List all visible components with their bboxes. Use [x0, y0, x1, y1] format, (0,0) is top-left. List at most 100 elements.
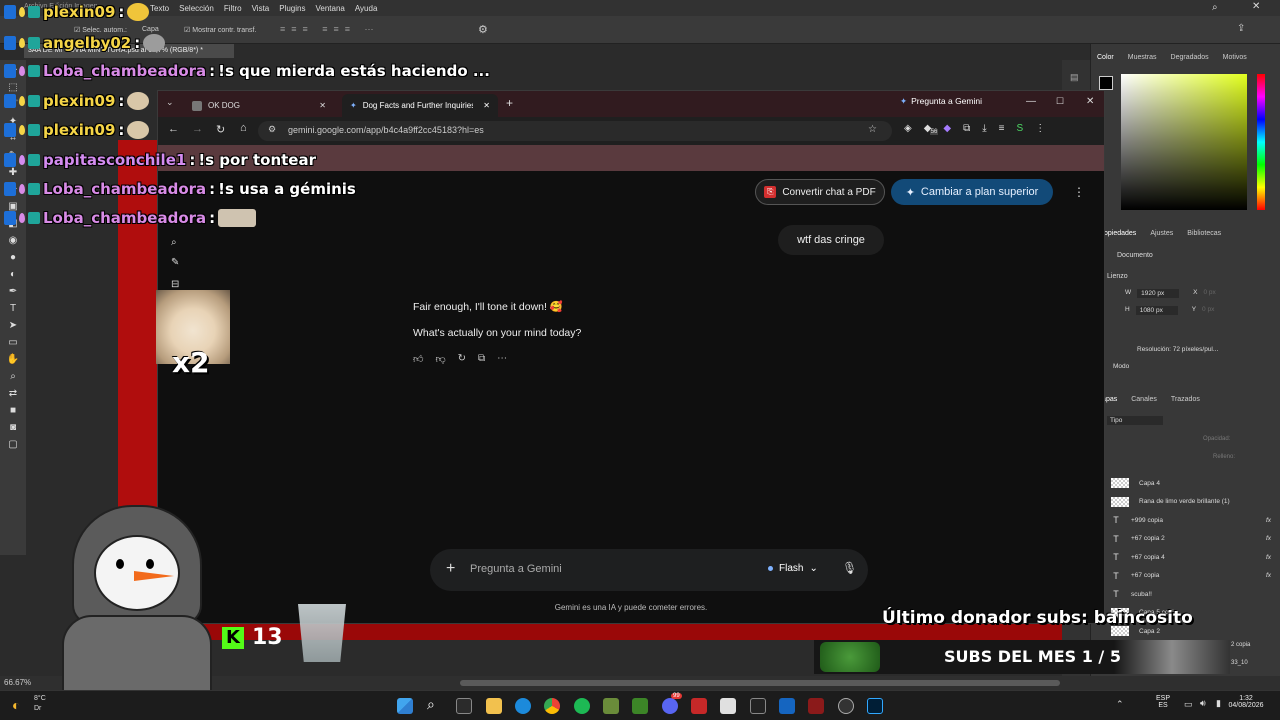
- more-icon[interactable]: ⋯: [497, 353, 507, 365]
- auto-select-checkbox[interactable]: ☑ Selec. autom.:: [74, 26, 127, 34]
- file-explorer-icon[interactable]: [486, 698, 502, 714]
- quick-mask-icon[interactable]: ◙: [6, 420, 20, 434]
- menu-vista[interactable]: Vista: [252, 4, 270, 13]
- gemini-chip[interactable]: ✦ Pregunta a Gemini: [900, 96, 982, 107]
- app-icon[interactable]: [691, 698, 707, 714]
- layer-row[interactable]: Rana de limo verde brillante (1): [1111, 493, 1271, 511]
- fx-icon[interactable]: fx: [1266, 572, 1271, 579]
- volume-icon[interactable]: 🔊︎: [1200, 698, 1206, 709]
- bucket-tool-icon[interactable]: ◉: [6, 233, 20, 247]
- menu-ventana[interactable]: Ventana: [315, 4, 344, 13]
- zoom-level[interactable]: 66.67%: [4, 678, 31, 687]
- copy-icon[interactable]: ⧉: [478, 353, 485, 365]
- photoshop-icon[interactable]: [867, 698, 883, 714]
- clock[interactable]: 1:32 04/08/2026: [1226, 695, 1266, 709]
- search-icon[interactable]: ⌕: [427, 696, 443, 712]
- dodge-tool-icon[interactable]: ◐: [6, 267, 20, 281]
- download-icon[interactable]: ⤓: [982, 123, 986, 134]
- layer-kind-filter[interactable]: Tipo: [1107, 416, 1163, 425]
- tab-paths[interactable]: Trazados: [1171, 396, 1200, 403]
- hue-slider[interactable]: [1257, 74, 1265, 210]
- foreground-color-swatch[interactable]: [1099, 76, 1113, 90]
- fx-icon[interactable]: fx: [1266, 517, 1271, 524]
- media-icon[interactable]: ≡: [999, 123, 1005, 134]
- zoom-tool-icon[interactable]: ⌕: [6, 369, 20, 383]
- close-window-icon[interactable]: ✕: [1086, 96, 1094, 107]
- screen-mode-icon[interactable]: ▢: [6, 437, 20, 451]
- show-transform-checkbox[interactable]: ☑ Mostrar contr. transf.: [184, 26, 256, 34]
- pen-tool-icon[interactable]: ✒: [6, 284, 20, 298]
- home-icon[interactable]: ⌂: [240, 122, 247, 134]
- new-tab-button[interactable]: +: [506, 96, 513, 110]
- close-tab-icon[interactable]: ✕: [319, 101, 326, 110]
- search-icon[interactable]: ⌕: [171, 237, 177, 248]
- creeper-icon[interactable]: [632, 698, 648, 714]
- capcut-icon[interactable]: [750, 698, 766, 714]
- task-view-icon[interactable]: [456, 698, 472, 714]
- puzzle-icon[interactable]: ⧉: [963, 123, 970, 134]
- bg-icon[interactable]: [779, 698, 795, 714]
- extension-badge-icon[interactable]: ◆ 56: [924, 123, 939, 135]
- menu-filtro[interactable]: Filtro: [224, 4, 242, 13]
- profile-icon[interactable]: S: [1017, 123, 1024, 134]
- network-icon[interactable]: ▭: [1184, 699, 1193, 710]
- color-swatch-icon[interactable]: ■: [6, 403, 20, 417]
- prompt-input[interactable]: Pregunta a Gemini: [470, 563, 562, 575]
- menu-dots-icon[interactable]: ⋮: [1035, 123, 1045, 134]
- site-info-icon[interactable]: ⚙: [268, 124, 276, 135]
- obs-icon[interactable]: [838, 698, 854, 714]
- y-field[interactable]: 0 px: [1202, 306, 1214, 315]
- layer-row[interactable]: T +67 copia fx: [1111, 567, 1271, 585]
- gem-icon[interactable]: ⊟: [171, 279, 179, 290]
- store-icon[interactable]: [720, 698, 736, 714]
- color-picker-field[interactable]: [1121, 74, 1247, 210]
- search-icon[interactable]: ⌕: [1212, 2, 1218, 13]
- minecraft-icon[interactable]: [603, 698, 619, 714]
- layer-row[interactable]: Tscuba!!: [1111, 585, 1271, 603]
- tab-swatches[interactable]: Muestras: [1128, 54, 1157, 61]
- tab-search-icon[interactable]: ⌄: [166, 97, 174, 108]
- omnibox[interactable]: ⚙ gemini.google.com/app/b4c4a9ff2cc45183…: [258, 121, 892, 141]
- extension-icon[interactable]: ◈: [904, 123, 912, 134]
- microphone-icon[interactable]: 🎙︎: [842, 561, 857, 575]
- close-window-icon[interactable]: ✕: [1252, 1, 1260, 12]
- menu-ayuda[interactable]: Ayuda: [355, 4, 378, 13]
- layer-row[interactable]: T +67 copia 4 fx: [1111, 548, 1271, 566]
- blur-tool-icon[interactable]: ●: [6, 250, 20, 264]
- gear-icon[interactable]: ⚙: [478, 23, 488, 36]
- new-chat-icon[interactable]: ✎: [171, 257, 179, 268]
- menu-texto[interactable]: Texto: [150, 4, 169, 13]
- chrome-icon[interactable]: [544, 698, 560, 714]
- menu-seleccion[interactable]: Selección: [179, 4, 214, 13]
- regenerate-icon[interactable]: ↻: [458, 353, 466, 365]
- menu-plugins[interactable]: Plugins: [279, 4, 305, 13]
- edge-icon[interactable]: [515, 698, 531, 714]
- thumbs-down-icon[interactable]: 👎︎: [435, 353, 445, 365]
- x-field[interactable]: 0 px: [1203, 289, 1215, 298]
- share-icon[interactable]: ⇪: [1237, 23, 1245, 34]
- width-field[interactable]: 1920 px: [1137, 289, 1180, 298]
- valorant-icon[interactable]: [808, 698, 824, 714]
- add-attachment-icon[interactable]: +: [446, 560, 455, 578]
- language-indicator[interactable]: ESP ES: [1156, 695, 1170, 709]
- align-icons[interactable]: ≡≡≡ ≡≡≡ ⋯: [280, 24, 380, 35]
- type-tool-icon[interactable]: T: [6, 301, 20, 315]
- discord-icon[interactable]: 99: [662, 693, 682, 714]
- weather-temp[interactable]: 8°C: [34, 695, 46, 702]
- layer-row[interactable]: T +67 copia 2 fx: [1111, 530, 1271, 548]
- model-selector[interactable]: Flash ⌄: [768, 563, 818, 574]
- start-icon[interactable]: [397, 698, 413, 714]
- battery-icon[interactable]: ▮: [1216, 698, 1221, 709]
- horizontal-scrollbar[interactable]: [460, 680, 1060, 686]
- convert-pdf-button[interactable]: ⎘ Convertir chat a PDF: [755, 179, 885, 205]
- tab-channels[interactable]: Canales: [1131, 396, 1157, 403]
- more-options-icon[interactable]: ⋮: [1073, 185, 1085, 199]
- bookmark-star-icon[interactable]: ☆: [868, 124, 877, 135]
- spotify-icon[interactable]: [574, 698, 590, 714]
- tray-chevron-icon[interactable]: ⌃: [1116, 699, 1124, 710]
- tab-libraries[interactable]: Bibliotecas: [1187, 230, 1221, 237]
- swap-colors-icon[interactable]: ⇄: [6, 386, 20, 400]
- maximize-icon[interactable]: ☐: [1056, 96, 1064, 107]
- tab-patterns[interactable]: Motivos: [1223, 54, 1247, 61]
- minimize-icon[interactable]: —: [1026, 96, 1036, 107]
